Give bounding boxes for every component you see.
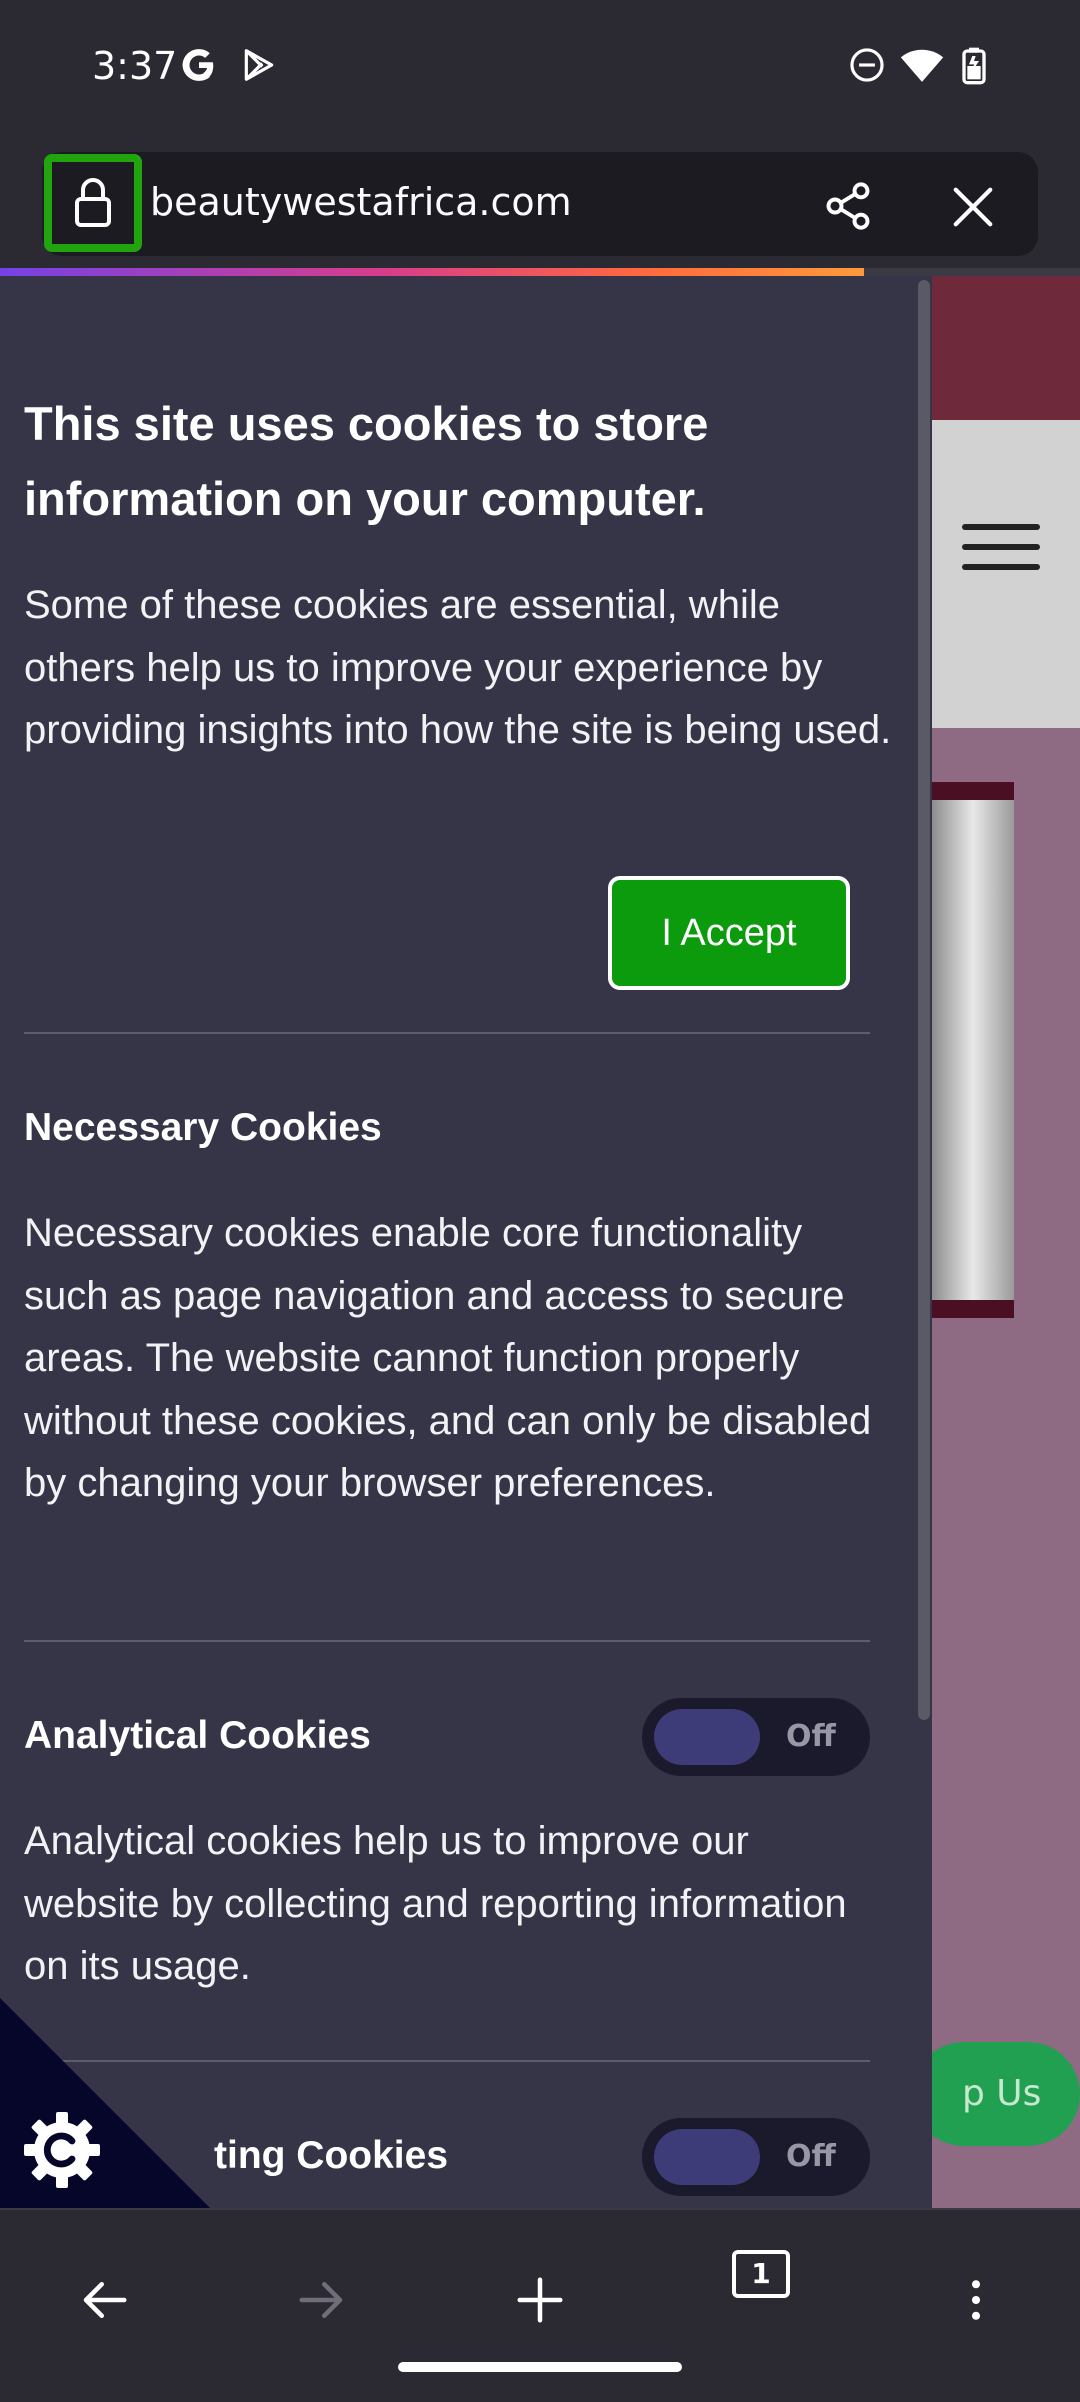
google-icon <box>182 49 214 81</box>
accept-button[interactable]: I Accept <box>608 876 850 990</box>
lock-icon <box>75 178 111 227</box>
play-store-icon <box>244 49 274 81</box>
close-icon[interactable] <box>950 184 996 230</box>
arrow-right-icon <box>299 2282 343 2318</box>
site-hero-image <box>932 782 1014 1318</box>
help-button[interactable]: p Us <box>932 2042 1080 2146</box>
necessary-cookies-heading: Necessary Cookies <box>24 1106 382 1149</box>
forward-button[interactable] <box>272 2250 372 2350</box>
browser-bottom-bar <box>0 2208 1080 2402</box>
status-time: 3:37 <box>92 44 178 88</box>
marketing-cookies-heading: ting Cookies <box>214 2134 449 2177</box>
tabs-button[interactable]: 1 <box>732 2250 790 2298</box>
background-web-page: p Us <box>932 276 1080 2208</box>
site-security-button[interactable] <box>44 154 142 252</box>
toggle-knob <box>654 1709 760 1765</box>
plus-icon <box>517 2277 563 2323</box>
back-button[interactable] <box>54 2250 154 2350</box>
wifi-icon <box>900 49 944 82</box>
toggle-label: Off <box>786 2139 836 2174</box>
do-not-disturb-icon <box>850 48 884 82</box>
toggle-knob <box>654 2129 760 2185</box>
cookie-settings-icon[interactable] <box>22 2110 102 2190</box>
analytical-cookies-toggle[interactable]: Off <box>642 1698 870 1776</box>
page-load-progress-track <box>864 268 1080 276</box>
menu-button[interactable] <box>926 2250 1026 2350</box>
page-load-progress <box>0 268 864 276</box>
status-bar: 3:37 <box>0 0 1080 140</box>
home-indicator[interactable] <box>398 2362 682 2372</box>
share-icon[interactable] <box>822 180 874 232</box>
arrow-left-icon <box>83 2282 127 2318</box>
site-nav-bar <box>932 420 1080 728</box>
cookie-intro: Some of these cookies are essential, whi… <box>24 583 892 752</box>
battery-icon <box>962 47 986 85</box>
marketing-cookies-toggle[interactable]: Off <box>642 2118 870 2196</box>
more-vertical-icon <box>971 2280 981 2320</box>
url-text[interactable]: beautywestafrica.com <box>150 180 572 224</box>
toggle-label: Off <box>786 1719 836 1754</box>
panel-scrollbar[interactable] <box>918 280 930 1720</box>
analytical-cookies-description: Analytical cookies help us to improve ou… <box>24 1819 847 1988</box>
cookie-consent-panel: This site uses cookies to store informat… <box>0 276 932 2208</box>
site-header-bar <box>932 276 1080 420</box>
analytical-cookies-heading: Analytical Cookies <box>24 1714 371 1757</box>
divider <box>24 1640 870 1642</box>
divider <box>24 1032 870 1034</box>
new-tab-button[interactable] <box>490 2250 590 2350</box>
necessary-cookies-description: Necessary cookies enable core functional… <box>24 1211 872 1505</box>
cookie-title: This site uses cookies to store informat… <box>24 397 709 525</box>
